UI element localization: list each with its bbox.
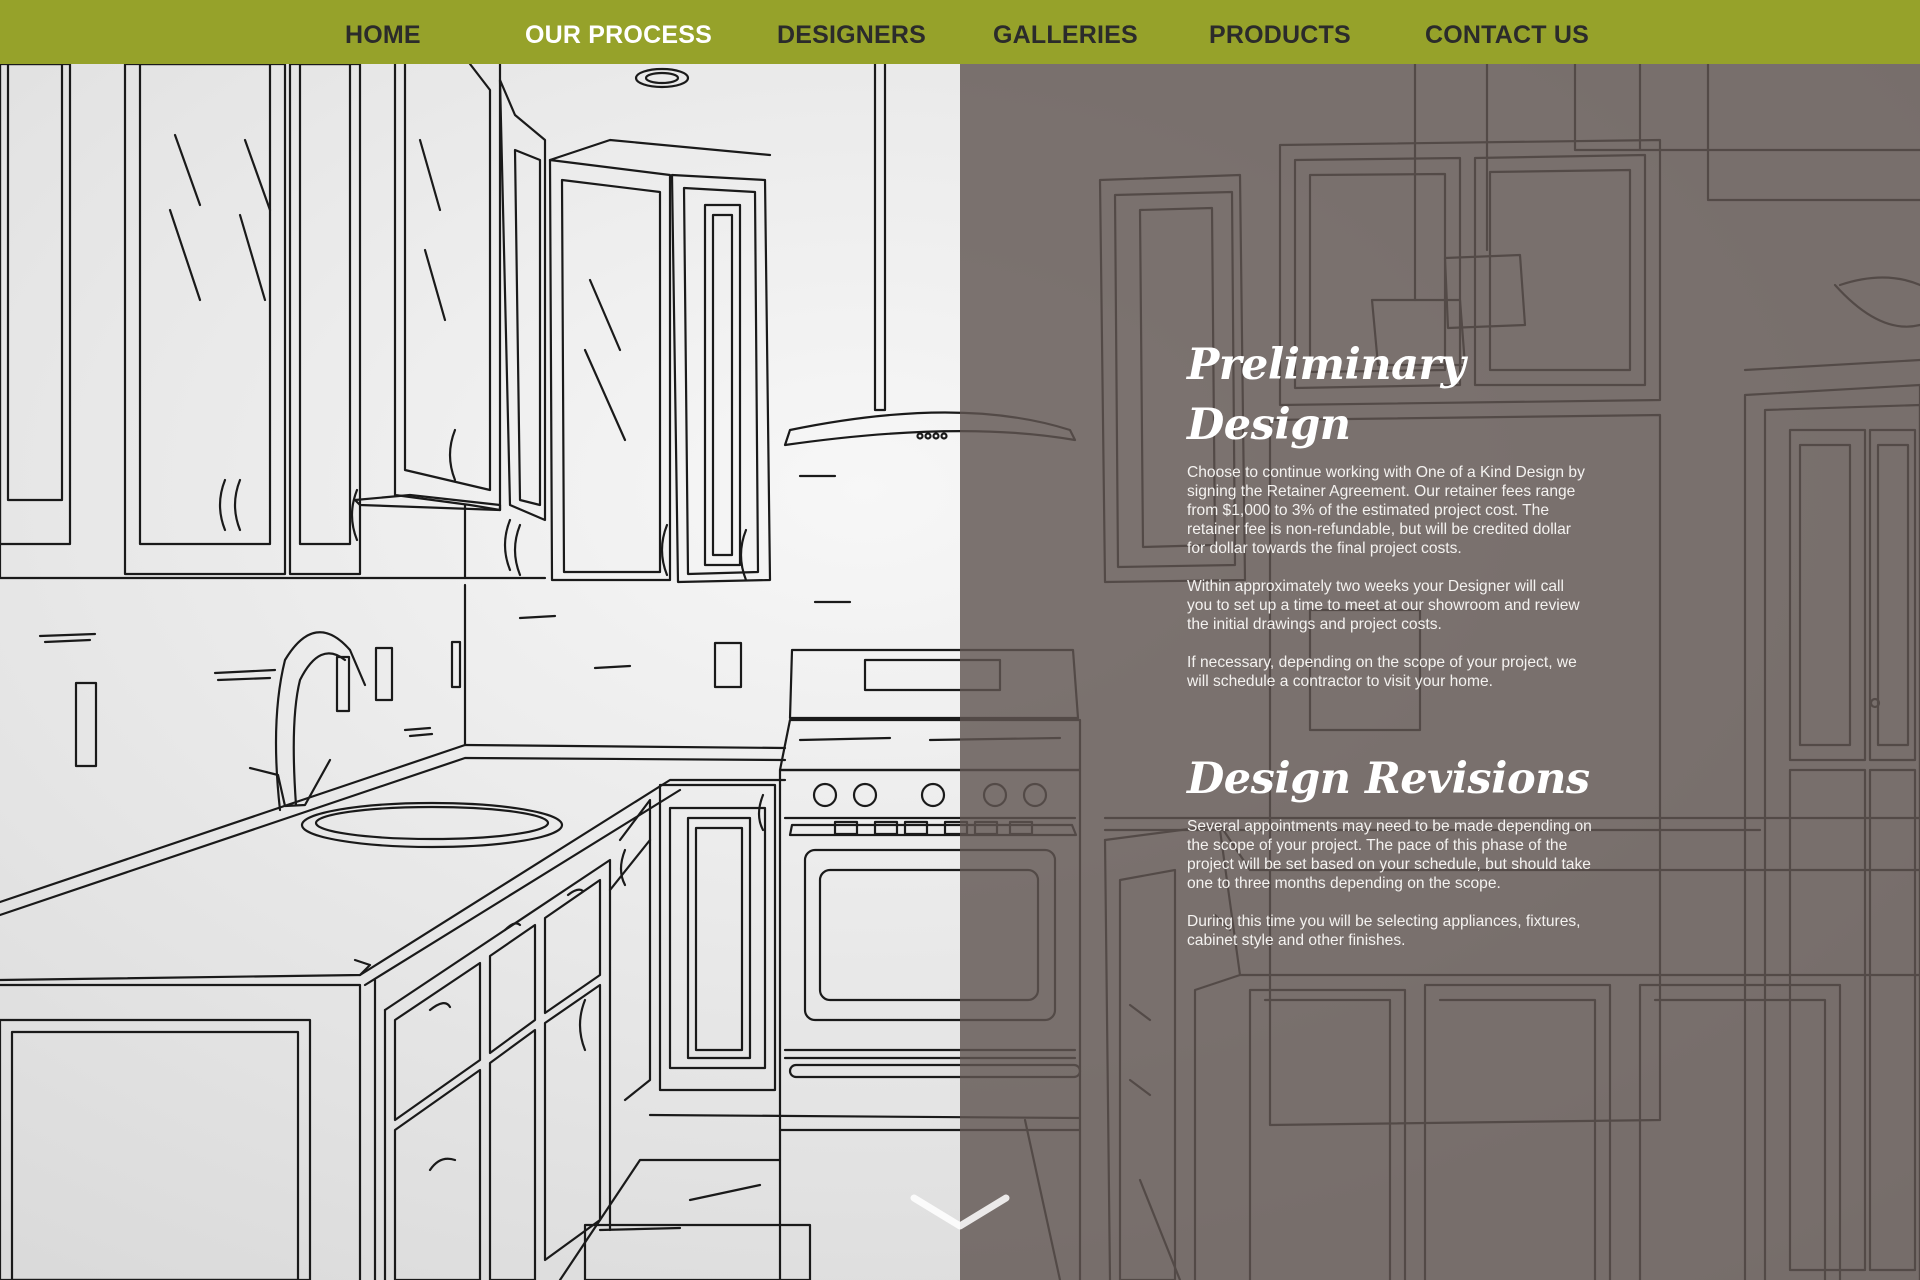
preliminary-paragraph-3: If necessary, depending on the scope of … (1187, 654, 1577, 690)
nav-item-designers[interactable]: DESIGNERS (777, 0, 926, 64)
design-revisions-section: Design Revisions Several appointments ma… (1187, 749, 1592, 950)
design-revisions-title: Design Revisions (1187, 754, 1590, 804)
nav-item-home[interactable]: HOME (345, 0, 421, 64)
chevron-down-icon[interactable] (908, 1190, 1012, 1234)
preliminary-design-title: Preliminary Design (1187, 340, 1466, 450)
nav-item-products[interactable]: PRODUCTS (1209, 0, 1351, 64)
process-content: Preliminary Design Choose to continue wo… (1187, 335, 1592, 969)
revisions-paragraph-2: During this time you will be selecting a… (1187, 913, 1581, 949)
preliminary-design-section: Preliminary Design Choose to continue wo… (1187, 335, 1592, 691)
nav-item-contact-us[interactable]: CONTACT US (1425, 0, 1589, 64)
nav-item-galleries[interactable]: GALLERIES (993, 0, 1138, 64)
top-nav: HOME OUR PROCESS DESIGNERS GALLERIES PRO… (0, 0, 1920, 64)
preliminary-paragraph-1: Choose to continue working with One of a… (1187, 464, 1585, 557)
revisions-paragraph-1: Several appointments may need to be made… (1187, 818, 1592, 892)
preliminary-paragraph-2: Within approximately two weeks your Desi… (1187, 578, 1580, 633)
nav-item-our-process[interactable]: OUR PROCESS (525, 0, 712, 64)
